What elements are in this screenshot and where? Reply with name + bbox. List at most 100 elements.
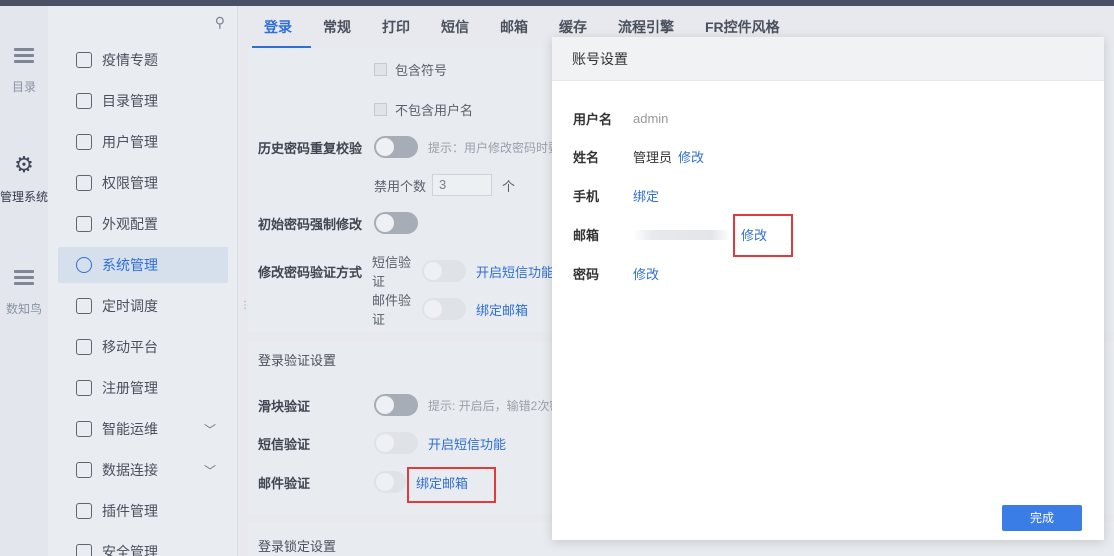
tab-login[interactable]: 登录 [252,6,311,48]
history-check-hint: 提示：用户修改密码时要 [428,140,561,155]
sidebar-item-label: 智能运维 [102,421,158,437]
login-lock-title: 登录锁定设置 [258,539,337,554]
sidebar: ⚲ 疫情专题 目录管理 用户管理 权限管理 外观配置 系统管理 定时调度 移动平… [48,6,238,556]
sidebar-item-label: 定时调度 [102,298,158,314]
chevron-down-icon: ﹀ [203,423,216,437]
exclude-username-checkbox[interactable] [374,103,387,116]
mail-verify-toggle[interactable] [422,298,466,320]
list-icon [14,268,34,286]
slider-verify-toggle[interactable] [374,394,418,416]
disable-count-label: 禁用个数 [374,178,427,194]
sidebar-item-label: 移动平台 [102,339,158,355]
login-verify-title: 登录验证设置 [258,353,337,368]
account-settings-dialog: 账号设置 用户名 admin 姓名 管理员 修改 手机 绑定 邮箱 修改 密码 … [552,37,1104,540]
done-button[interactable]: 完成 [1002,505,1082,531]
tab-mailbox[interactable]: 邮箱 [488,6,547,48]
sidebar-item-data-connection[interactable]: 数据连接 ﹀ [58,452,228,488]
network-icon [76,421,92,437]
chevron-down-icon: ﹀ [203,464,216,478]
sms-verify-label: 短信验证 [372,255,412,289]
mail-login-toggle[interactable] [374,471,406,493]
register-icon [76,380,92,396]
include-symbol-checkbox[interactable] [374,63,387,76]
sidebar-item-registration[interactable]: 注册管理 [58,370,228,406]
bind-mail-link[interactable]: 绑定邮箱 [476,300,528,319]
settings-icon [76,257,92,273]
highlight-box-bind-mail [407,467,496,503]
sms-login-link[interactable]: 开启短信功能 [428,434,506,453]
sidebar-item-label: 插件管理 [102,503,158,519]
tab-general[interactable]: 常规 [311,6,370,48]
sidebar-item-label: 外观配置 [102,216,158,232]
initial-force-label: 初始密码强制修改 [258,216,363,232]
verify-method-label: 修改密码验证方式 [258,264,363,280]
catalog-icon [76,93,92,109]
rail-item-label: 管理系统 [0,190,49,204]
rail-item-label: 目录 [11,80,36,94]
brush-icon [76,216,92,232]
username-label: 用户名 [573,112,613,127]
sidebar-item-ops[interactable]: 智能运维 ﹀ [58,411,228,447]
name-label: 姓名 [573,150,600,165]
sidebar-item-appearance[interactable]: 外观配置 [58,206,228,242]
user-icon [76,134,92,150]
sidebar-item-label: 目录管理 [102,93,158,109]
rail-item-shuzhiniao[interactable]: 数知鸟 [0,268,48,317]
sidebar-item-epidemic[interactable]: 疫情专题 [58,42,228,78]
username-value: admin [633,111,669,126]
name-edit-link[interactable]: 修改 [678,147,704,166]
sidebar-item-plugins[interactable]: 插件管理 [58,493,228,529]
sidebar-item-label: 用户管理 [102,134,158,150]
timer-icon [76,298,92,314]
rail-item-catalog[interactable]: 目录 [0,46,48,95]
sidebar-item-label: 系统管理 [102,257,158,273]
history-check-toggle[interactable] [374,136,418,158]
sms-login-label: 短信验证 [258,436,311,452]
rail-item-management[interactable]: ⚙ 管理系统 [0,152,49,205]
mail-login-label: 邮件验证 [258,475,311,491]
exclude-username-label: 不包含用户名 [395,103,474,118]
sidebar-item-mobile[interactable]: 移动平台 [58,329,228,365]
history-check-label: 历史密码重复校验 [258,140,363,156]
sidebar-item-system[interactable]: 系统管理 [58,247,228,283]
sidebar-item-schedule[interactable]: 定时调度 [58,288,228,324]
tab-print[interactable]: 打印 [370,6,429,48]
user-circle-icon [76,52,92,68]
initial-force-toggle[interactable] [374,212,418,234]
disable-count-input[interactable]: 3 [432,174,493,196]
sms-verify-toggle[interactable] [422,260,466,282]
list-icon [14,46,34,64]
lock-icon [76,175,92,191]
enable-sms-link[interactable]: 开启短信功能 [476,262,554,281]
email-value-redacted [633,229,731,240]
pin-icon[interactable]: ⚲ [215,14,225,31]
slider-verify-hint: 提示: 开启后，输错2次密 [428,398,562,413]
mobile-icon [76,339,92,355]
sms-login-toggle[interactable] [374,432,418,454]
name-value: 管理员 [633,150,673,165]
rail-item-label: 数知鸟 [5,302,42,316]
password-label: 密码 [573,267,600,282]
sidebar-item-label: 数据连接 [102,462,158,478]
phone-bind-link[interactable]: 绑定 [633,186,659,205]
tab-sms[interactable]: 短信 [429,6,488,48]
sidebar-item-label: 权限管理 [102,175,158,191]
link-icon [76,462,92,478]
password-edit-link[interactable]: 修改 [633,264,659,283]
highlight-box-email-edit [733,214,793,257]
mail-verify-label: 邮件验证 [372,293,412,327]
phone-label: 手机 [573,189,600,204]
sidebar-item-label: 疫情专题 [102,52,158,68]
sidebar-item-permissions[interactable]: 权限管理 [58,165,228,201]
sidebar-item-users[interactable]: 用户管理 [58,124,228,160]
puzzle-icon [76,503,92,519]
slider-verify-label: 滑块验证 [258,398,311,414]
sidebar-item-label: 安全管理 [102,544,158,556]
sidebar-item-catalog[interactable]: 目录管理 [58,83,228,119]
sidebar-item-label: 注册管理 [102,380,158,396]
dialog-title: 账号设置 [552,37,1104,81]
left-rail: 目录 ⚙ 管理系统 数知鸟 [0,6,48,556]
disable-count-unit: 个 [502,178,516,194]
gear-icon: ⚙ [14,152,34,177]
sidebar-item-security[interactable]: 安全管理 [58,534,228,556]
